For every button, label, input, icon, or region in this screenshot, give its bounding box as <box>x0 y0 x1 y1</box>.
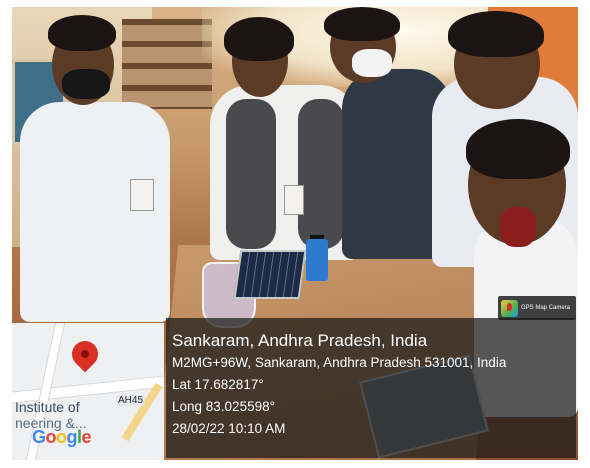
location-pin-dot <box>81 350 89 358</box>
longitude: Long 83.025598° <box>172 399 275 414</box>
route-label: AH45 <box>116 395 146 406</box>
battery <box>306 239 328 281</box>
timestamp: 28/02/22 10:10 AM <box>172 421 286 436</box>
location-title: Sankaram, Andhra Pradesh, India <box>172 331 428 350</box>
map-label-line1: Institute of <box>15 399 80 415</box>
map-thumbnail: Institute of neering &... AH45 Google <box>12 323 164 460</box>
gps-map-camera-badge: GPS Map Camera <box>498 296 576 320</box>
google-logo: Google <box>32 427 92 447</box>
gps-map-camera-icon <box>501 299 518 317</box>
location-info: Sankaram, Andhra Pradesh, India M2MG+96W… <box>172 330 506 440</box>
bookshelf <box>122 19 212 109</box>
latitude: Lat 17.682817° <box>172 377 264 392</box>
map-highway <box>121 382 163 442</box>
solar-panel <box>233 250 307 299</box>
badge-text: GPS Map Camera <box>521 305 571 311</box>
location-address: M2MG+96W, Sankaram, Andhra Pradesh 53100… <box>172 355 507 370</box>
